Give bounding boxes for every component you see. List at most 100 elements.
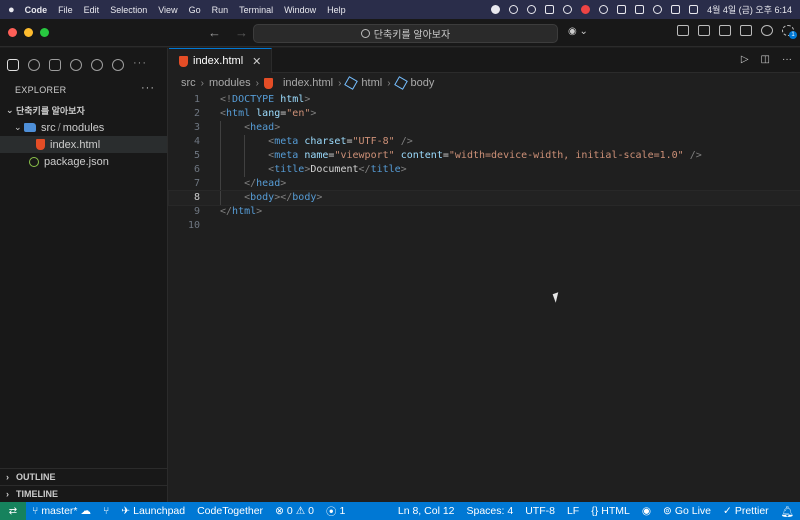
layers-icon[interactable] bbox=[635, 5, 645, 14]
source-control-status[interactable]: ⑂ bbox=[97, 505, 115, 517]
input-source-icon[interactable] bbox=[671, 5, 681, 14]
tree-folder-src-modules[interactable]: ⌄ src / modules bbox=[0, 119, 167, 136]
arrow-right-icon[interactable]: → bbox=[235, 25, 248, 40]
apple-menu-icon[interactable]: ● bbox=[8, 4, 15, 16]
toggle-secondary-sidebar-icon[interactable] bbox=[740, 25, 752, 36]
command-center[interactable]: 단축키를 알아보자 bbox=[253, 24, 558, 43]
timeline-section-header[interactable]: › TIMELINE bbox=[0, 485, 168, 502]
search-icon[interactable] bbox=[527, 5, 537, 14]
copilot-status[interactable]: ◉ bbox=[636, 505, 657, 517]
line-code: </html> bbox=[220, 206, 263, 217]
remote-explorer-icon[interactable] bbox=[112, 58, 124, 71]
explorer-more-icon[interactable]: ··· bbox=[141, 82, 155, 94]
breadcrumb-item[interactable]: src bbox=[181, 77, 196, 89]
more-views-icon[interactable]: ··· bbox=[133, 57, 147, 69]
tree-root-folder[interactable]: ⌄ 단축키를 알아보자 bbox=[0, 102, 167, 119]
tab-index-html[interactable]: index.html ✕ bbox=[169, 48, 273, 73]
json-file-icon bbox=[29, 156, 39, 167]
cursor-position[interactable]: Ln 8, Col 12 bbox=[392, 505, 461, 517]
extensions-icon[interactable] bbox=[49, 58, 61, 71]
bar-icon[interactable] bbox=[545, 5, 555, 14]
line-code: <!DOCTYPE html> bbox=[220, 94, 311, 105]
go-live-button[interactable]: ⊚ Go Live bbox=[657, 505, 717, 517]
split-editor-icon[interactable]: ◫ bbox=[761, 54, 770, 65]
ports-status[interactable]: ⦿ 1 bbox=[320, 504, 351, 519]
clipboard-icon[interactable] bbox=[617, 5, 627, 14]
remote-indicator[interactable]: ⇄ bbox=[0, 502, 26, 520]
menu-help[interactable]: Help bbox=[327, 5, 346, 15]
wifi-icon[interactable] bbox=[653, 5, 663, 14]
encoding-status[interactable]: UTF-8 bbox=[519, 505, 561, 517]
code-line: 10 bbox=[169, 219, 800, 233]
line-code: <head> bbox=[244, 122, 281, 133]
breadcrumb-item[interactable]: body bbox=[411, 77, 435, 89]
debug-icon[interactable] bbox=[91, 58, 103, 71]
menu-window[interactable]: Window bbox=[284, 5, 316, 15]
code-line-current: 8 <body></body> bbox=[168, 190, 800, 206]
headphones-icon[interactable] bbox=[599, 5, 609, 14]
breadcrumb-item[interactable]: index.html bbox=[283, 77, 333, 89]
html-file-icon bbox=[179, 55, 188, 67]
arrow-left-icon[interactable]: ← bbox=[208, 25, 221, 40]
explorer-icon[interactable] bbox=[7, 58, 19, 71]
indentation-status[interactable]: Spaces: 4 bbox=[461, 505, 520, 517]
menu-run[interactable]: Run bbox=[212, 5, 229, 15]
line-number: 6 bbox=[193, 164, 200, 175]
menubar-clock[interactable]: 4월 4일 (금) 오후 6:14 bbox=[707, 3, 792, 16]
accounts-icon[interactable] bbox=[761, 25, 773, 36]
launchpad-status[interactable]: ✈ Launchpad bbox=[115, 505, 191, 517]
eol-status[interactable]: LF bbox=[561, 505, 585, 517]
control-center-icon[interactable] bbox=[689, 5, 699, 14]
toggle-primary-sidebar-icon[interactable] bbox=[698, 25, 710, 36]
command-center-label: 단축키를 알아보자 bbox=[373, 30, 451, 41]
tree-file-package-json[interactable]: package.json bbox=[0, 153, 167, 170]
toggle-panel-icon[interactable] bbox=[719, 25, 731, 36]
copilot-icon: ◉ bbox=[568, 26, 577, 37]
copilot-icon: ◉ bbox=[641, 505, 651, 517]
code-editor[interactable]: 1 <!DOCTYPE html> 2 <html lang="en"> 3 <… bbox=[168, 93, 800, 233]
root-folder-label: 단축키를 알아보자 bbox=[16, 106, 85, 116]
file-label: package.json bbox=[44, 155, 109, 168]
customize-layout-icon[interactable] bbox=[677, 25, 689, 36]
prettier-status[interactable]: ✓ Prettier bbox=[717, 505, 775, 517]
notifications-bell[interactable]: 🔔︎ bbox=[775, 505, 800, 518]
breadcrumb: src › modules › index.html › html › body bbox=[169, 73, 800, 93]
menu-go[interactable]: Go bbox=[189, 5, 201, 15]
codetogether-status[interactable]: CodeTogether bbox=[191, 505, 269, 517]
chevron-down-icon: ⌄ bbox=[6, 105, 14, 115]
menu-view[interactable]: View bbox=[158, 5, 177, 15]
breadcrumb-item[interactable]: modules bbox=[209, 77, 251, 89]
chevron-right-icon[interactable] bbox=[563, 5, 573, 14]
ports-icon: ⦿ bbox=[325, 505, 337, 518]
close-window-button[interactable] bbox=[8, 28, 17, 37]
minimize-window-button[interactable] bbox=[24, 28, 33, 37]
line-number: 7 bbox=[193, 178, 200, 189]
menu-terminal[interactable]: Terminal bbox=[239, 5, 273, 15]
problems-status[interactable]: ⊗ 0 ⚠ 0 bbox=[269, 505, 320, 517]
chevron-right-icon: › bbox=[255, 77, 259, 89]
outline-section-header[interactable]: › OUTLINE bbox=[0, 468, 168, 485]
folder-icon bbox=[24, 123, 36, 132]
copilot-menu[interactable]: ◉ ⌄ bbox=[568, 26, 588, 37]
folder-separator: / bbox=[57, 121, 61, 134]
menu-edit[interactable]: Edit bbox=[84, 5, 100, 15]
tree-file-index-html[interactable]: index.html bbox=[0, 136, 167, 153]
branch-status[interactable]: ⑂ master* ☁ bbox=[26, 505, 97, 517]
prettier-label: Prettier bbox=[734, 505, 769, 517]
github-icon[interactable] bbox=[70, 58, 82, 71]
editor-more-icon[interactable]: ··· bbox=[782, 54, 792, 65]
source-control-icon[interactable] bbox=[28, 58, 40, 71]
menu-file[interactable]: File bbox=[58, 5, 73, 15]
line-number: 1 bbox=[193, 94, 200, 105]
manage-gear-icon[interactable]: 1 bbox=[782, 25, 797, 39]
record-icon[interactable] bbox=[491, 5, 501, 14]
menu-selection[interactable]: Selection bbox=[110, 5, 147, 15]
close-icon[interactable]: ✕ bbox=[252, 55, 261, 68]
language-status[interactable]: {} HTML bbox=[585, 505, 636, 517]
menu-code[interactable]: Code bbox=[25, 5, 48, 15]
user-status-icon[interactable] bbox=[509, 5, 519, 14]
zoom-window-button[interactable] bbox=[40, 28, 49, 37]
breadcrumb-item[interactable]: html bbox=[361, 77, 382, 89]
notification-app-icon[interactable] bbox=[581, 5, 591, 14]
run-icon[interactable]: ▷ bbox=[741, 54, 749, 65]
